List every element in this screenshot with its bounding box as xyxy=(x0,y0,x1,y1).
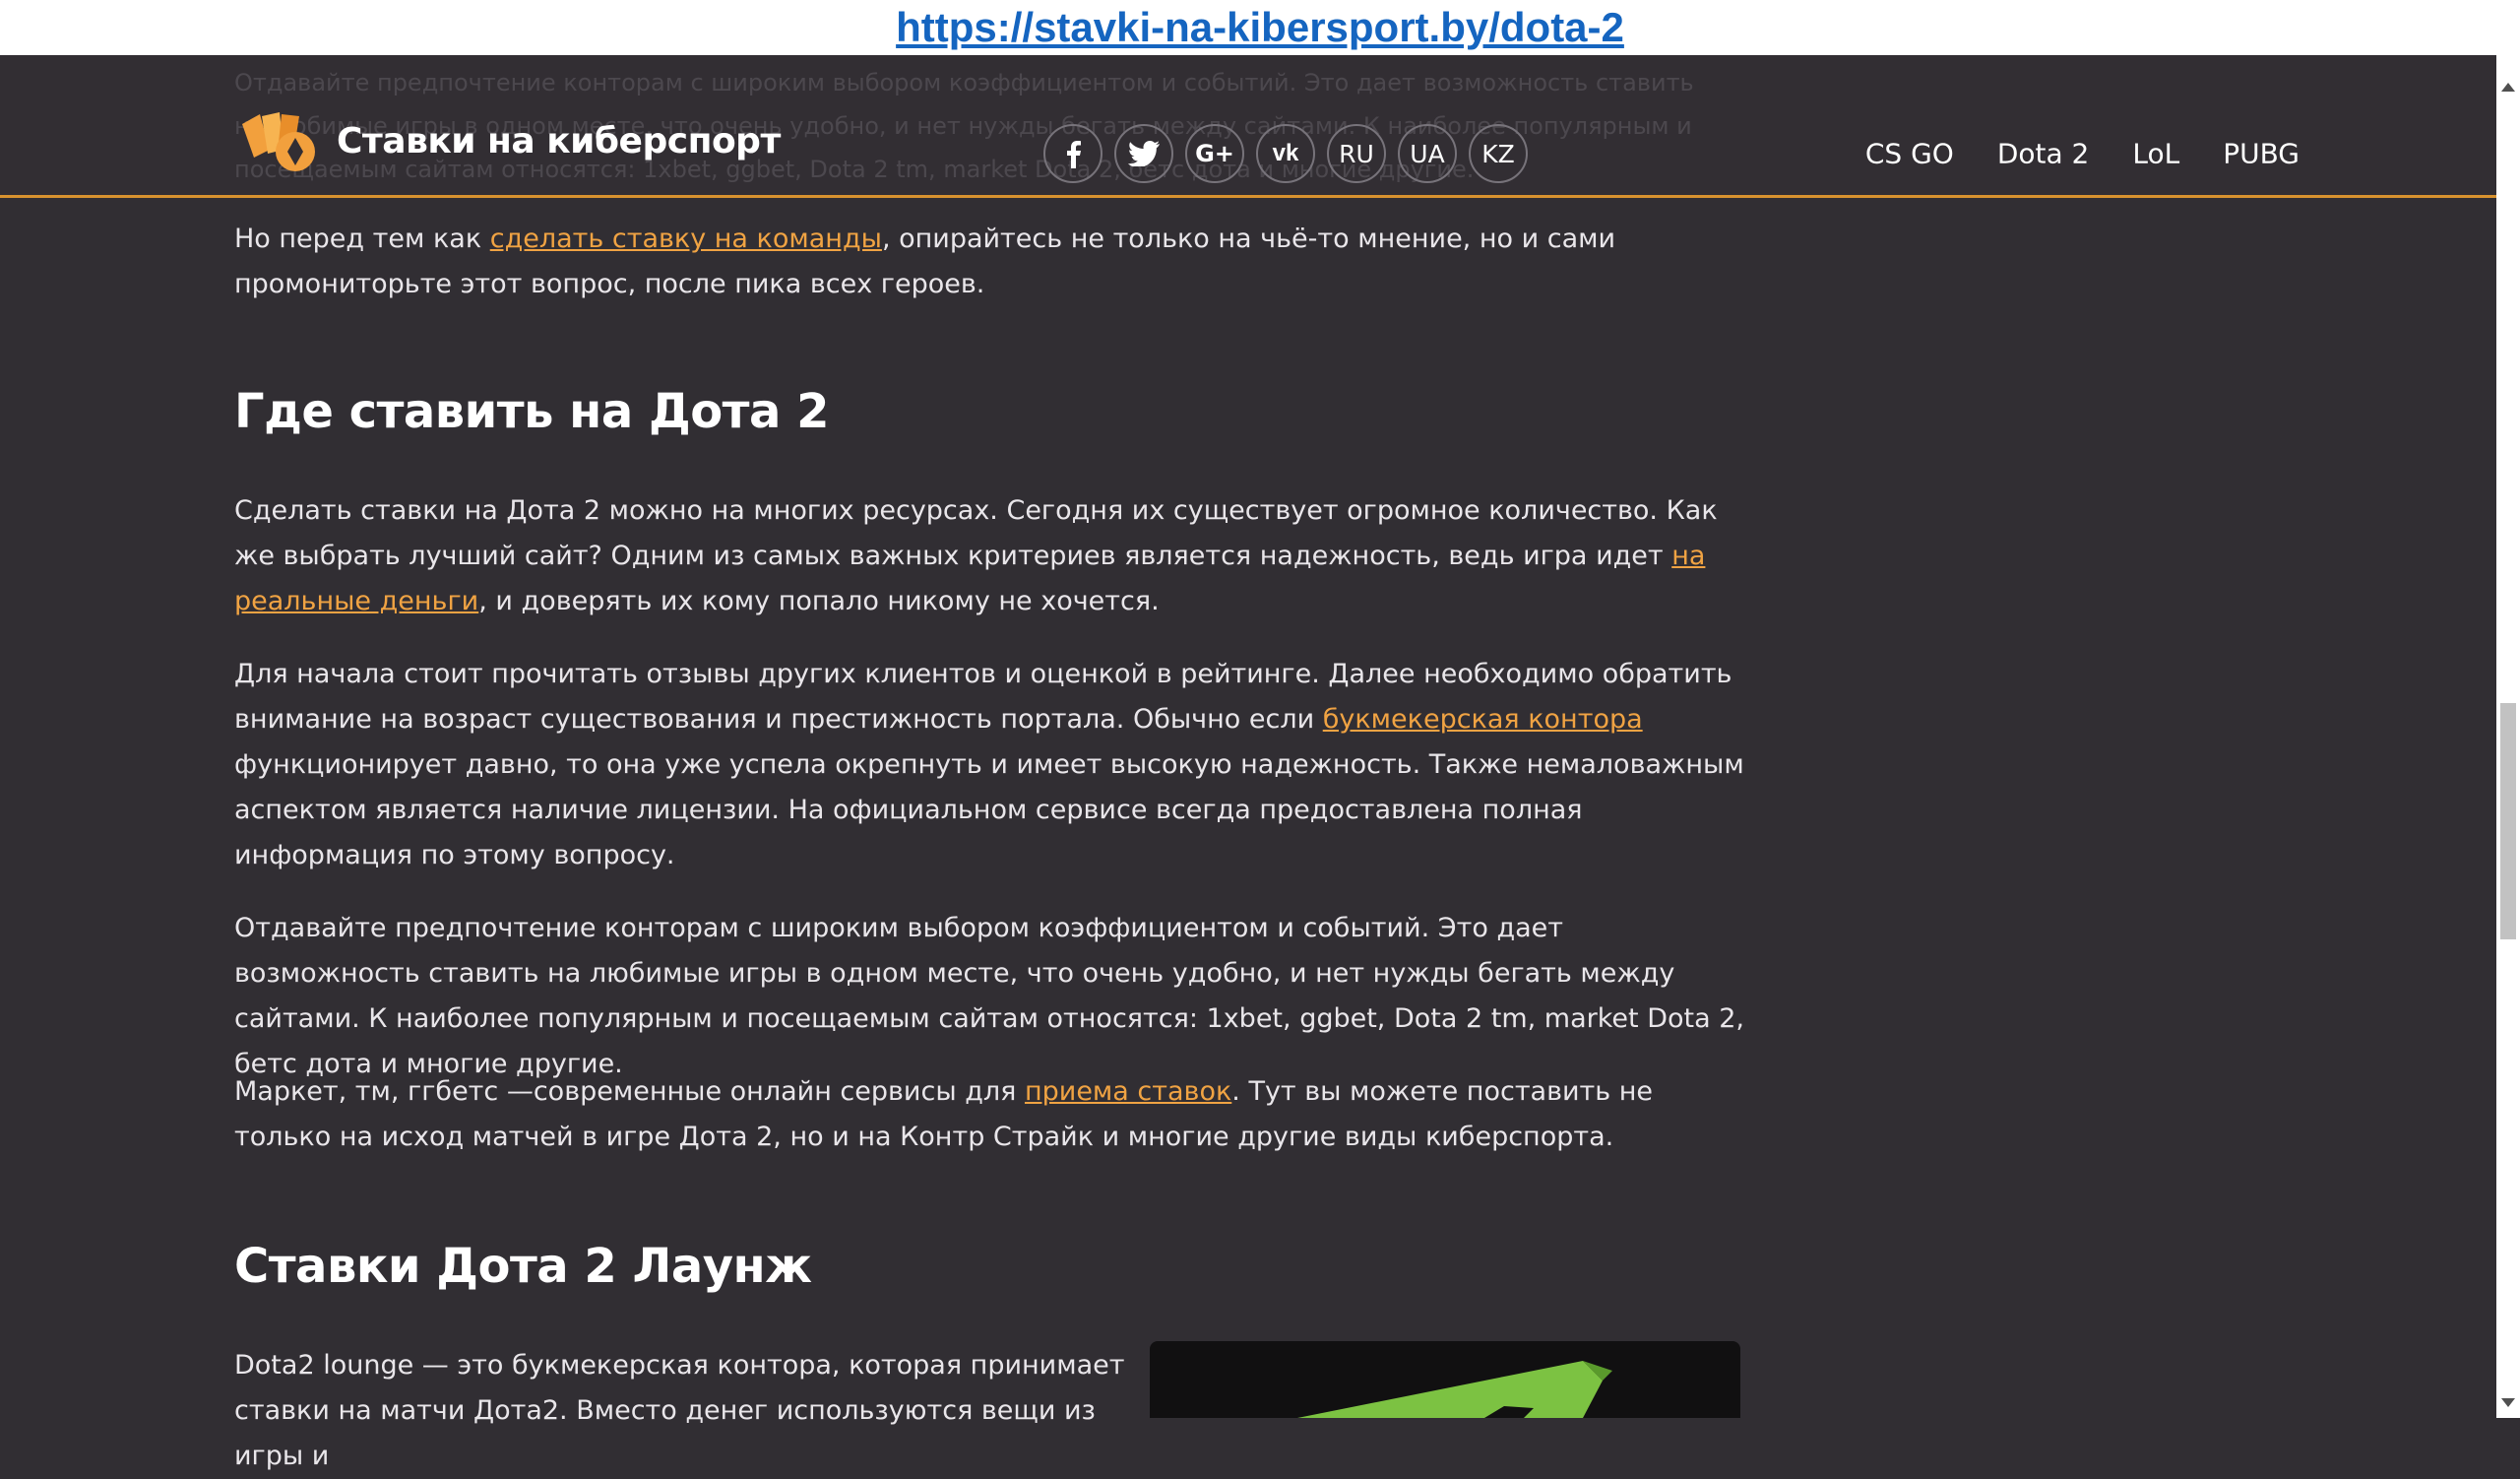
paragraph-lounge: Dota2 lounge — это букмекерская контора,… xyxy=(234,1350,1125,1471)
site-name: Ставки на киберспорт xyxy=(337,120,781,161)
paragraph-market: Маркет, тм, ггбетс —современные онлайн с… xyxy=(234,1069,1750,1160)
nav-item-pubg[interactable]: PUBG xyxy=(2223,138,2300,170)
lang-kz-button[interactable]: KZ xyxy=(1469,124,1528,183)
social-links: G+ vk RU UA KZ xyxy=(1043,124,1528,183)
lang-kz-label: KZ xyxy=(1481,139,1515,168)
text: Маркет, тм, ггбетс —современные онлайн с… xyxy=(234,1076,1025,1107)
heading-dota2-lounge: Ставки Дота 2 Лаунж xyxy=(234,1239,812,1294)
main-nav: CS GO Dota 2 LoL PUBG xyxy=(1865,138,2300,170)
scroll-down-icon[interactable] xyxy=(2501,1398,2515,1407)
paragraph-intro: Но перед тем как сделать ставку на коман… xyxy=(234,217,1750,307)
paragraph-resources: Сделать ставки на Дота 2 можно на многих… xyxy=(234,488,1750,624)
twitter-icon[interactable] xyxy=(1114,124,1173,183)
link-bookmaker[interactable]: букмекерская контора xyxy=(1323,704,1643,735)
heading-where-to-bet: Где ставить на Дота 2 xyxy=(234,384,829,439)
text: функционирует давно, то она уже успела о… xyxy=(234,749,1744,870)
facebook-icon[interactable] xyxy=(1043,124,1102,183)
link-bet-on-teams[interactable]: сделать ставку на команды xyxy=(490,224,882,254)
scroll-up-icon[interactable] xyxy=(2501,83,2515,92)
paragraph-reviews: Для начала стоит прочитать отзывы других… xyxy=(234,652,1750,878)
vk-icon[interactable]: vk xyxy=(1256,124,1315,183)
nav-item-csgo[interactable]: CS GO xyxy=(1865,138,1954,170)
text: Но перед тем как xyxy=(234,224,490,254)
lang-ru-button[interactable]: RU xyxy=(1327,124,1386,183)
lang-ua-button[interactable]: UA xyxy=(1398,124,1457,183)
lounge-logo-image xyxy=(1297,1361,1612,1418)
dota2-lounge-image xyxy=(1150,1341,1740,1418)
scroll-thumb[interactable] xyxy=(2500,703,2516,939)
nav-item-dota2[interactable]: Dota 2 xyxy=(1997,138,2090,170)
text: , и доверять их кому попало никому не хо… xyxy=(478,586,1160,616)
lang-ua-label: UA xyxy=(1410,139,1445,168)
cards-logo-icon xyxy=(242,112,315,171)
lang-ru-label: RU xyxy=(1339,139,1374,168)
paragraph-preference: Отдавайте предпочтение конторам с широки… xyxy=(234,913,1744,1079)
link-accept-bets[interactable]: приема ставок xyxy=(1025,1076,1231,1107)
url-banner: https://stavki-na-kibersport.by/dota-2 xyxy=(0,0,2520,55)
site-header: Отдавайте предпочтение конторам с широки… xyxy=(0,55,2496,198)
vertical-scrollbar[interactable] xyxy=(2496,55,2520,1418)
google-plus-icon[interactable]: G+ xyxy=(1185,124,1244,183)
text: Сделать ставки на Дота 2 можно на многих… xyxy=(234,495,1718,571)
url-link[interactable]: https://stavki-na-kibersport.by/dota-2 xyxy=(896,4,1624,51)
site-logo[interactable]: Ставки на киберспорт xyxy=(232,106,781,175)
nav-item-lol[interactable]: LoL xyxy=(2132,138,2179,170)
